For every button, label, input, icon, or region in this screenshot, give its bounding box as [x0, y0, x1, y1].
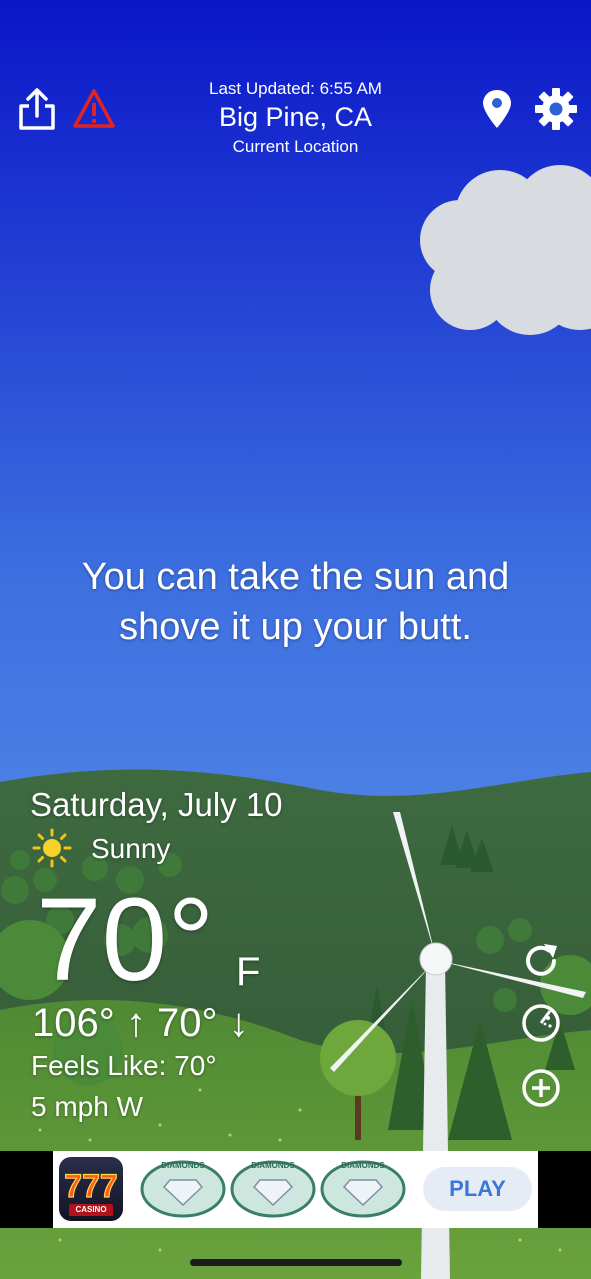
casino-logo-text: CASINO [75, 1205, 107, 1214]
current-temperature: 70° [36, 874, 215, 1006]
condition-label: Sunny [91, 833, 171, 864]
wind-label: 5 mph W [31, 1091, 144, 1122]
ad-play-button[interactable]: PLAY [423, 1167, 532, 1211]
feels-like-label: Feels Like: 70° [31, 1050, 217, 1081]
home-indicator[interactable] [190, 1259, 402, 1266]
settings-gear-icon[interactable] [533, 86, 579, 132]
high-low-temperature: 106° ↑ 70° ↓ [32, 1001, 249, 1045]
weather-quote: You can take the sun and shove it up you… [81, 556, 510, 648]
diamond-badge-text-3: DIAMONDS [341, 1161, 385, 1170]
date-label: Saturday, July 10 [30, 786, 283, 823]
diamond-badge-text-1: DIAMONDS [161, 1161, 205, 1170]
refresh-icon[interactable] [520, 940, 562, 982]
radar-icon[interactable] [520, 1002, 562, 1044]
casino-app-logo[interactable]: 777 CASINO [59, 1157, 123, 1221]
diamond-badge-text-2: DIAMONDS [251, 1161, 295, 1170]
location-pin-icon[interactable] [474, 86, 520, 132]
svg-text:777: 777 [64, 1168, 117, 1204]
temperature-unit[interactable]: F [236, 950, 260, 995]
add-icon[interactable] [520, 1067, 562, 1109]
location-subtitle: Current Location [232, 137, 359, 156]
sun-icon [32, 828, 72, 868]
